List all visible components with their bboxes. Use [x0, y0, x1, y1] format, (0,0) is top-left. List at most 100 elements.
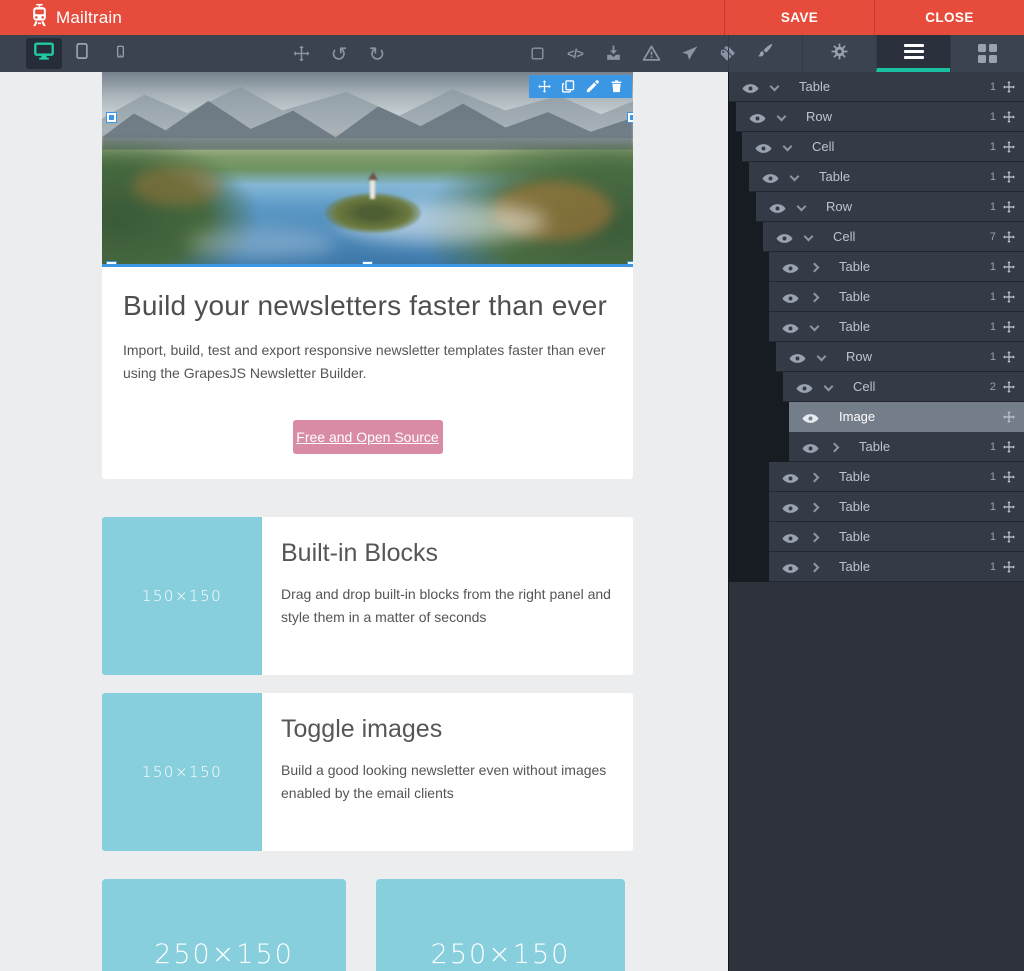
tab-layers[interactable]: [876, 35, 950, 72]
eye-icon[interactable]: [782, 561, 799, 572]
drag-handle-icon[interactable]: [1002, 80, 1016, 94]
redo-icon[interactable]: ↻: [366, 43, 388, 65]
drag-handle-icon[interactable]: [1002, 290, 1016, 304]
feature-title[interactable]: Built-in Blocks: [281, 539, 613, 568]
layer-row-image[interactable]: Image: [789, 402, 1024, 432]
move-icon[interactable]: [290, 43, 312, 65]
chevron-down-icon[interactable]: [824, 382, 833, 391]
eye-icon[interactable]: [742, 81, 759, 92]
eye-icon[interactable]: [782, 321, 799, 332]
hero-headline[interactable]: Build your newsletters faster than ever: [123, 290, 612, 322]
layer-row-table[interactable]: Table1: [769, 492, 1024, 522]
tab-style[interactable]: [728, 35, 802, 72]
layer-row-row[interactable]: Row1: [756, 192, 1024, 222]
image-placeholder-150[interactable]: 150×150: [102, 517, 262, 675]
chevron-right-icon[interactable]: [810, 262, 819, 271]
layer-row-table[interactable]: Table1: [769, 252, 1024, 282]
save-button[interactable]: SAVE: [724, 0, 874, 35]
chevron-down-icon[interactable]: [770, 82, 779, 91]
eye-icon[interactable]: [782, 531, 799, 542]
eye-icon[interactable]: [802, 411, 819, 422]
border-toggle-icon[interactable]: [526, 43, 548, 65]
hero-cta-button[interactable]: Free and Open Source: [293, 420, 443, 454]
chevron-right-icon[interactable]: [810, 562, 819, 571]
drag-handle-icon[interactable]: [1002, 560, 1016, 574]
feature-card[interactable]: 150×150 Built-in Blocks Drag and drop buil…: [102, 517, 633, 675]
resize-handle-right[interactable]: [628, 113, 633, 122]
drag-handle-icon[interactable]: [1002, 230, 1016, 244]
chevron-right-icon[interactable]: [830, 442, 839, 451]
image-placeholder-250[interactable]: 250×150: [102, 879, 346, 971]
drag-handle-icon[interactable]: [1002, 530, 1016, 544]
feature-text[interactable]: Drag and drop built-in blocks from the r…: [281, 583, 613, 629]
layer-row-row[interactable]: Row1: [776, 342, 1024, 372]
hero-section[interactable]: Build your newsletters faster than ever …: [102, 72, 633, 479]
eye-icon[interactable]: [782, 471, 799, 482]
drag-handle-icon[interactable]: [1002, 140, 1016, 154]
eye-icon[interactable]: [796, 381, 813, 392]
drag-handle-icon[interactable]: [1002, 380, 1016, 394]
selection-delete-button[interactable]: [609, 79, 624, 94]
eye-icon[interactable]: [782, 291, 799, 302]
selection-copy-button[interactable]: [561, 79, 576, 94]
tab-settings[interactable]: [802, 35, 876, 72]
chevron-down-icon[interactable]: [790, 172, 799, 181]
send-icon[interactable]: [678, 43, 700, 65]
eye-icon[interactable]: [782, 501, 799, 512]
warning-icon[interactable]: [640, 43, 662, 65]
drag-handle-icon[interactable]: [1002, 500, 1016, 514]
chevron-right-icon[interactable]: [810, 502, 819, 511]
drag-handle-icon[interactable]: [1002, 350, 1016, 364]
eye-icon[interactable]: [802, 441, 819, 452]
drag-handle-icon[interactable]: [1002, 200, 1016, 214]
eye-icon[interactable]: [769, 201, 786, 212]
chevron-down-icon[interactable]: [810, 322, 819, 331]
import-icon[interactable]: [602, 43, 624, 65]
eye-icon[interactable]: [776, 231, 793, 242]
layer-row-cell[interactable]: Cell1: [742, 132, 1024, 162]
feature-text[interactable]: Build a good looking newsletter even wit…: [281, 759, 613, 805]
layer-row-cell[interactable]: Cell2: [783, 372, 1024, 402]
eye-icon[interactable]: [755, 141, 772, 152]
drag-handle-icon[interactable]: [1002, 260, 1016, 274]
selection-move-button[interactable]: [537, 79, 552, 94]
device-desktop-button[interactable]: [26, 38, 62, 69]
chevron-right-icon[interactable]: [810, 532, 819, 541]
layer-row-table[interactable]: Table1: [789, 432, 1024, 462]
chevron-down-icon[interactable]: [804, 232, 813, 241]
resize-handle-left[interactable]: [107, 113, 116, 122]
undo-icon[interactable]: ↺: [328, 43, 350, 65]
eye-icon[interactable]: [782, 261, 799, 272]
code-icon[interactable]: </>: [564, 43, 586, 65]
layer-row-table[interactable]: Table1: [769, 552, 1024, 582]
layer-row-cell[interactable]: Cell7: [763, 222, 1024, 252]
eye-icon[interactable]: [762, 171, 779, 182]
drag-handle-icon[interactable]: [1002, 170, 1016, 184]
drag-handle-icon[interactable]: [1002, 320, 1016, 334]
layer-row-table[interactable]: Table1: [729, 72, 1024, 102]
tab-blocks[interactable]: [950, 35, 1024, 72]
chevron-down-icon[interactable]: [783, 142, 792, 151]
hero-image[interactable]: [102, 72, 633, 267]
device-tablet-button[interactable]: [64, 38, 100, 69]
layer-row-table[interactable]: Table1: [769, 312, 1024, 342]
hero-paragraph[interactable]: Import, build, test and export responsiv…: [123, 339, 612, 385]
feature-card[interactable]: 150×150 Toggle images Build a good looking…: [102, 693, 633, 851]
close-button[interactable]: CLOSE: [874, 0, 1024, 35]
eye-icon[interactable]: [749, 111, 766, 122]
selection-edit-button[interactable]: [585, 79, 600, 94]
chevron-down-icon[interactable]: [817, 352, 826, 361]
eye-icon[interactable]: [789, 351, 806, 362]
drag-handle-icon[interactable]: [1002, 110, 1016, 124]
drag-handle-icon[interactable]: [1002, 410, 1016, 424]
drag-handle-icon[interactable]: [1002, 470, 1016, 484]
chevron-right-icon[interactable]: [810, 472, 819, 481]
chevron-right-icon[interactable]: [810, 292, 819, 301]
feature-title[interactable]: Toggle images: [281, 715, 613, 744]
chevron-down-icon[interactable]: [797, 202, 806, 211]
drag-handle-icon[interactable]: [1002, 440, 1016, 454]
layer-row-table[interactable]: Table1: [749, 162, 1024, 192]
image-placeholder-150[interactable]: 150×150: [102, 693, 262, 851]
canvas[interactable]: Build your newsletters faster than ever …: [0, 72, 728, 971]
layer-row-row[interactable]: Row1: [736, 102, 1024, 132]
